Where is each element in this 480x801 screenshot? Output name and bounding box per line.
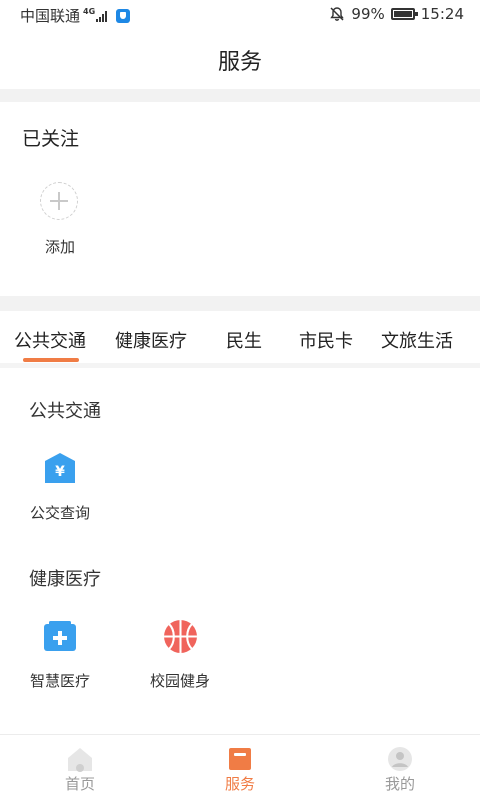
tab-divider xyxy=(0,363,480,368)
nav-home-label: 首页 xyxy=(64,775,95,793)
basketball-icon[interactable] xyxy=(163,619,198,654)
carrier-name: 中国联通 xyxy=(20,7,81,25)
battery-icon xyxy=(390,8,418,20)
clock: 15:24 xyxy=(420,5,464,23)
followed-title: 已关注 xyxy=(22,128,80,150)
section-divider xyxy=(0,296,480,311)
active-tab-indicator xyxy=(23,358,79,362)
tab-health-medical[interactable]: 健康医疗 xyxy=(115,327,187,353)
nav-service[interactable]: 服务 xyxy=(160,735,320,801)
tab-livelihood[interactable]: 民生 xyxy=(226,327,262,353)
bottom-nav: 首页 服务 我的 xyxy=(0,734,480,801)
status-bar: 中国联通 4G 99% 15:24 xyxy=(0,0,480,30)
signal-icon xyxy=(96,10,108,22)
tab-citizen-card[interactable]: 市民卡 xyxy=(299,327,353,353)
profile-icon xyxy=(388,747,412,771)
status-left: 中国联通 4G xyxy=(20,5,131,26)
section-title-health: 健康医疗 xyxy=(29,569,101,590)
add-follow-label[interactable]: 添加 xyxy=(40,236,80,257)
nav-profile[interactable]: 我的 xyxy=(320,735,480,801)
service-label-bus-query[interactable]: 公交查询 xyxy=(15,502,105,523)
mute-bell-icon xyxy=(330,7,345,21)
page-title: 服务 xyxy=(217,50,262,75)
section-divider xyxy=(0,89,480,102)
network-type: 4G xyxy=(83,6,96,16)
nav-service-label: 服务 xyxy=(224,775,255,793)
medical-kit-icon[interactable] xyxy=(43,620,77,652)
section-title-transport: 公共交通 xyxy=(29,401,101,422)
battery-percent: 99% xyxy=(351,5,385,23)
tab-public-transport[interactable]: 公共交通 xyxy=(14,327,86,353)
nav-home[interactable]: 首页 xyxy=(0,735,160,801)
nav-profile-label: 我的 xyxy=(384,775,415,793)
bus-fare-icon[interactable]: ¥ xyxy=(44,452,76,484)
add-follow-button[interactable] xyxy=(40,182,78,220)
service-label-campus-fitness[interactable]: 校园健身 xyxy=(135,670,225,691)
svg-text:¥: ¥ xyxy=(55,464,65,480)
service-icon xyxy=(229,748,251,770)
home-icon xyxy=(68,748,92,772)
security-app-icon xyxy=(116,8,131,23)
tab-culture-travel[interactable]: 文旅生活 xyxy=(381,327,453,353)
service-label-smart-medical[interactable]: 智慧医疗 xyxy=(15,670,105,691)
status-right: 99% 15:24 xyxy=(329,5,464,23)
